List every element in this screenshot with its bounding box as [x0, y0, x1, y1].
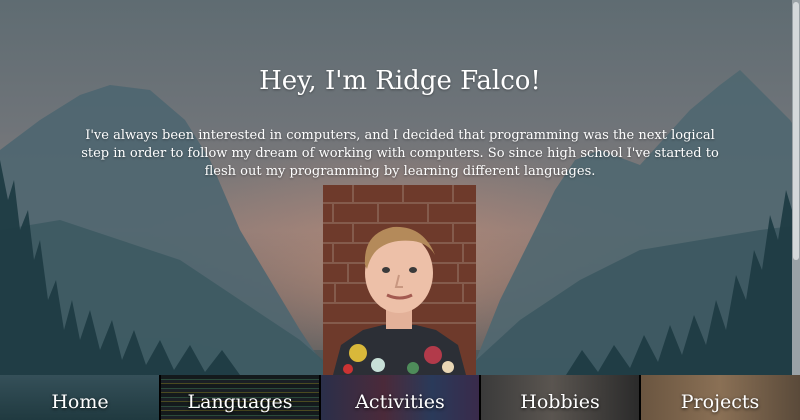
- scrollbar-thumb[interactable]: [793, 2, 799, 260]
- scrollbar-track[interactable]: [792, 0, 800, 375]
- nav-divider: [639, 375, 641, 420]
- intro-paragraph: I've always been interested in computers…: [81, 128, 719, 179]
- main-navigation: Home Languages Activities Hobbies Projec…: [0, 375, 800, 420]
- nav-divider: [319, 375, 321, 420]
- nav-activities[interactable]: Activities: [320, 375, 480, 420]
- nav-languages[interactable]: Languages: [160, 375, 320, 420]
- nav-divider: [159, 375, 161, 420]
- nav-activities-label: Activities: [355, 391, 445, 413]
- nav-hobbies-label: Hobbies: [520, 391, 600, 413]
- page-title: Hey, I'm Ridge Falco!: [259, 66, 541, 96]
- nav-projects[interactable]: Projects: [640, 375, 800, 420]
- nav-hobbies[interactable]: Hobbies: [480, 375, 640, 420]
- nav-languages-label: Languages: [187, 391, 293, 413]
- nav-projects-label: Projects: [680, 391, 760, 413]
- nav-home-label: Home: [51, 391, 109, 413]
- nav-home[interactable]: Home: [0, 375, 160, 420]
- profile-photo: [323, 185, 476, 375]
- nav-divider: [479, 375, 481, 420]
- page: Hey, I'm Ridge Falco! I've always been i…: [0, 0, 800, 420]
